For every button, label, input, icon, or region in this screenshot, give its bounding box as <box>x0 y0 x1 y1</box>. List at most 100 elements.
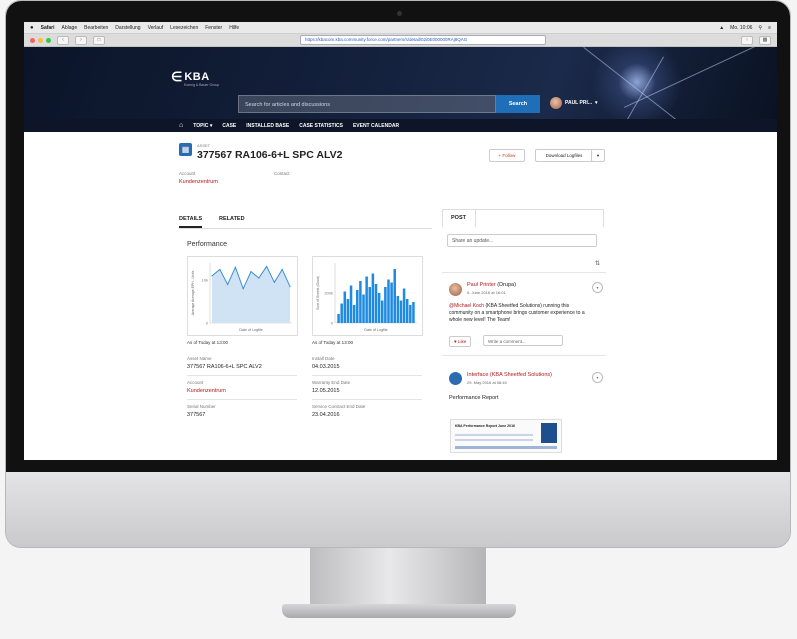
account-label: Account <box>179 171 196 176</box>
wifi-icon[interactable]: ▲ <box>719 25 724 31</box>
close-window-button[interactable] <box>30 37 35 43</box>
kba-logo[interactable]: ∈ KBA Koenig & Bauer Group <box>171 69 219 87</box>
zoom-window-button[interactable] <box>46 37 51 43</box>
data-point <box>242 288 244 290</box>
menu-darstellung[interactable]: Darstellung <box>115 25 140 31</box>
menu-fenster[interactable]: Fenster <box>205 25 222 31</box>
bar <box>405 299 409 323</box>
chatter-feed: POST Share an update... ⇅ Paul Printer (… <box>442 209 606 453</box>
menu-lesezeichen[interactable]: Lesezeichen <box>170 25 198 31</box>
eph-area-chart: 10k 0 Date of Logfile Average Average EPH -… <box>191 263 292 332</box>
spotlight-icon[interactable]: ⚲ <box>758 25 762 31</box>
camera-dot <box>397 11 402 16</box>
account-field-link[interactable]: Kundenzentrum <box>187 388 226 394</box>
field-divider <box>312 399 422 400</box>
service-contract-end-label: Service Contract End Date <box>312 404 366 409</box>
nav-case[interactable]: CASE <box>222 123 236 129</box>
post2-author[interactable]: Interface (KBA Sheetfed Solutions) <box>467 372 552 378</box>
nav-installed-base[interactable]: INSTALLED BASE <box>246 123 289 129</box>
data-point <box>266 265 268 268</box>
report-thumb-bar <box>455 446 557 449</box>
back-button[interactable]: ‹ <box>57 35 69 45</box>
tab-post[interactable]: POST <box>451 215 466 221</box>
menu-hilfe[interactable]: Hilfe <box>229 25 239 31</box>
clock[interactable]: Mo. 10:06 <box>730 25 752 31</box>
bar <box>393 269 396 323</box>
post2-menu-button[interactable]: ▾ <box>592 372 603 383</box>
account-link[interactable]: Kundenzentrum <box>179 179 218 185</box>
user-name: PAUL PRI... <box>565 100 593 106</box>
post1-mention[interactable]: @Michael Koch <box>449 303 484 309</box>
like-button[interactable]: ♥ Like <box>449 336 472 347</box>
forward-button[interactable]: › <box>75 35 87 45</box>
bar <box>368 287 372 323</box>
search-button[interactable]: Search <box>496 95 540 113</box>
report-thumb-block <box>541 423 557 443</box>
y-tick-label: 0 <box>206 321 209 326</box>
bar <box>399 300 403 323</box>
bar <box>384 287 387 323</box>
list-icon[interactable]: ≡ <box>768 25 771 31</box>
download-logfiles-button[interactable]: Download Logfiles <box>535 149 593 162</box>
asset-type-label: ASSET <box>197 143 211 148</box>
data-point <box>234 266 236 268</box>
performance-report-thumbnail[interactable]: KBA Performance Report June 2016 <box>450 419 562 453</box>
monitor-stand <box>310 548 486 606</box>
more-actions-button[interactable]: ▾ <box>591 149 605 162</box>
tabs-button[interactable]: ▩ <box>759 35 771 45</box>
data-point <box>281 268 283 271</box>
bar <box>374 284 378 323</box>
menu-safari[interactable]: Safari <box>41 25 55 31</box>
account-field-label: Account <box>187 380 204 385</box>
tab-separator <box>475 210 476 227</box>
data-point <box>289 285 291 288</box>
nav-event-calendar[interactable]: EVENT CALENDAR <box>353 123 399 129</box>
tab-details[interactable]: DETAILS <box>179 216 203 228</box>
home-icon[interactable]: ⌂ <box>179 122 183 129</box>
comment-input[interactable]: Write a comment... <box>483 335 563 346</box>
menu-bearbeiten[interactable]: Bearbeiten <box>84 25 108 31</box>
filter-icon[interactable]: ⇅ <box>595 260 600 267</box>
data-point <box>227 283 229 286</box>
post1-author[interactable]: Paul Printer (Drupa) <box>467 282 516 288</box>
avatar <box>550 97 562 109</box>
window-controls <box>30 37 51 43</box>
menu-ablage[interactable]: Ablage <box>62 25 78 31</box>
interface-avatar[interactable] <box>449 372 462 385</box>
install-date-label: Install Date <box>312 356 335 361</box>
post1-menu-button[interactable]: ▾ <box>592 282 603 293</box>
minimize-window-button[interactable] <box>38 37 43 43</box>
main-nav: ⌂ TOPIC ▾ CASE INSTALLED BASE CASE STATI… <box>24 119 777 132</box>
bar <box>340 303 343 323</box>
performance-title: Performance <box>187 241 228 248</box>
share-update-input[interactable]: Share an update... <box>447 234 597 247</box>
search-input[interactable]: Search for articles and discussions <box>238 95 496 113</box>
data-point <box>211 275 213 277</box>
logo-text: KBA <box>184 71 210 83</box>
sidebar-button[interactable]: □ <box>93 35 105 45</box>
paul-printer-avatar[interactable] <box>449 283 462 296</box>
bar <box>349 285 353 323</box>
menu-verlauf[interactable]: Verlauf <box>148 25 164 31</box>
share-button[interactable]: ↑ <box>741 35 753 45</box>
address-bar[interactable]: https://kbacom.kba.community.force.com/p… <box>300 35 546 45</box>
tab-related[interactable]: RELATED <box>219 216 245 222</box>
x-axis-label: Date of Logfile <box>239 328 262 332</box>
mac-menubar: ● Safari Ablage Bearbeiten Darstellung V… <box>24 22 777 34</box>
y-tick-label: 0 <box>331 321 334 326</box>
y-tick-label: 10k <box>202 278 208 283</box>
data-point <box>273 281 275 283</box>
nav-topic[interactable]: TOPIC ▾ <box>193 123 212 129</box>
follow-button[interactable]: + Follow <box>489 149 525 162</box>
bar <box>380 300 384 323</box>
apple-icon[interactable]: ● <box>30 25 34 31</box>
user-menu[interactable]: PAUL PRI... ▾ <box>550 97 598 109</box>
field-divider <box>187 375 297 376</box>
bar <box>371 273 375 323</box>
bar <box>359 281 362 323</box>
nav-case-statistics[interactable]: CASE STATISTICS <box>299 123 343 129</box>
as-of-right: As of Today at 13:00 <box>312 340 353 345</box>
bar <box>365 276 368 323</box>
x-axis-label: Date of Logfile <box>364 328 387 332</box>
bar <box>337 314 340 323</box>
